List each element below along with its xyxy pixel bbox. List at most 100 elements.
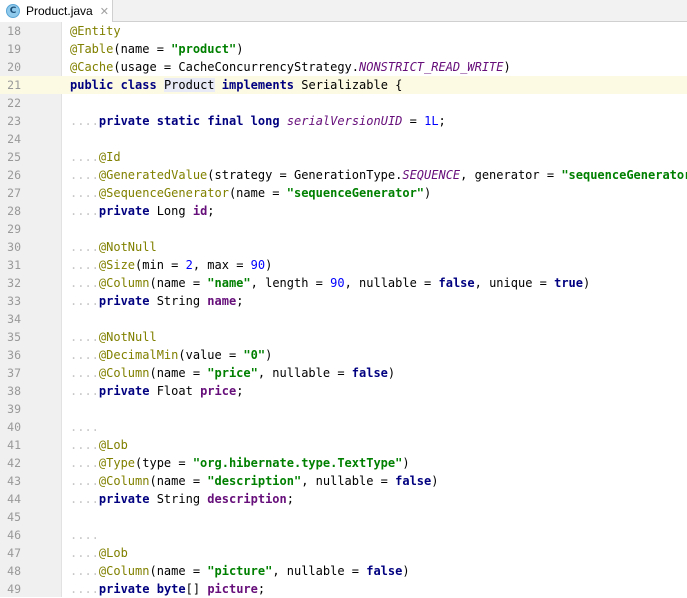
code-token: Float (149, 384, 201, 398)
line-number: 20 (7, 60, 21, 74)
code-token: , nullable = (257, 366, 352, 380)
line-number: 19 (7, 42, 21, 56)
code-token: .... (70, 528, 99, 542)
code-line[interactable]: 37 ....@Column(name = "price", nullable =… (0, 364, 687, 382)
line-number: 21 (7, 78, 21, 92)
code-line[interactable]: 24 (0, 130, 687, 148)
code-line[interactable]: 46.... (0, 526, 687, 544)
code-token: "product" (171, 42, 237, 56)
code-token: (type = (135, 456, 193, 470)
code-token: @Column (98, 564, 150, 578)
code-token: false (351, 366, 388, 380)
code-line[interactable]: 28 ....private Long id; (0, 202, 687, 220)
line-number: 46 (7, 528, 21, 542)
code-line[interactable]: 35 ....@NotNull (0, 328, 687, 346)
code-token: Long (149, 204, 193, 218)
code-token: @Lob (98, 438, 128, 452)
code-line[interactable]: 42 ....@Type(type = "org.hibernate.type.T… (0, 454, 687, 472)
code-token: private (98, 384, 150, 398)
line-number: 26 (7, 168, 21, 182)
code-token: , length = (250, 276, 331, 290)
line-number: 37 (7, 366, 21, 380)
code-line[interactable]: 34 (0, 310, 687, 328)
code-token: "sequenceGenerator" (561, 168, 687, 182)
line-number: 29 (7, 222, 21, 236)
code-line[interactable]: 23 ....private static final long serialVe… (0, 112, 687, 130)
code-token: "price" (207, 366, 258, 380)
code-text: ....@DecimalMin(value = "0") (70, 346, 272, 364)
code-text: ....@Column(name = "picture", nullable =… (70, 562, 410, 580)
line-number: 23 (7, 114, 21, 128)
line-number: 30 (7, 240, 21, 254)
code-token: , max = (192, 258, 251, 272)
code-text: ....private static final long serialVers… (70, 112, 446, 130)
code-line[interactable]: 44 ....private String description; (0, 490, 687, 508)
code-token: ) (402, 456, 410, 470)
editor-tab-bar: C Product.java ✕ (0, 0, 687, 22)
code-token: 1L (424, 114, 439, 128)
code-text: ....@Lob (70, 544, 128, 562)
code-line[interactable]: 41 ....@Lob (0, 436, 687, 454)
code-line[interactable]: 38 ....private Float price; (0, 382, 687, 400)
code-text: .... (70, 418, 99, 436)
code-line[interactable]: 25 ....@Id (0, 148, 687, 166)
code-line[interactable]: 26 ....@GeneratedValue(strategy = Generat… (0, 166, 687, 184)
code-token: NONSTRICT_READ_WRITE (359, 60, 504, 74)
code-token: ; (207, 204, 215, 218)
code-token: ; (257, 582, 266, 596)
code-line[interactable]: 21 public class Product implements Serial… (0, 76, 687, 94)
line-number: 47 (7, 546, 21, 560)
code-line[interactable]: 27 ....@SequenceGenerator(name = "sequenc… (0, 184, 687, 202)
code-token: SEQUENCE (402, 168, 461, 182)
code-token: (name = (149, 474, 208, 488)
code-token: .... (70, 348, 99, 362)
code-area[interactable]: 18 @Entity 19 @Table(name = "product") 20 @Ca… (0, 22, 687, 598)
code-token: ; (236, 294, 244, 308)
code-line[interactable]: 40.... (0, 418, 687, 436)
line-number: 44 (7, 492, 21, 506)
tab-product-java[interactable]: C Product.java ✕ (0, 0, 113, 22)
code-line[interactable]: 49 ....private byte[] picture; (0, 580, 687, 598)
code-line[interactable]: 33 ....private String name; (0, 292, 687, 310)
code-token: @Lob (98, 546, 128, 560)
close-icon[interactable]: ✕ (100, 5, 109, 18)
code-token: .... (70, 456, 99, 470)
code-text: ....@Column(name = "name", length = 90, … (70, 274, 590, 292)
code-text: .... (70, 526, 99, 544)
code-line[interactable]: 20 @Cache(usage = CacheConcurrencyStrateg… (0, 58, 687, 76)
code-line[interactable]: 30 ....@NotNull (0, 238, 687, 256)
code-token: Serializable { (294, 78, 403, 92)
code-token: "sequenceGenerator" (286, 186, 425, 200)
code-line[interactable]: 31 ....@Size(min = 2, max = 90) (0, 256, 687, 274)
line-number: 24 (7, 132, 21, 146)
code-text: ....@SequenceGenerator(name = "sequenceG… (70, 184, 431, 202)
code-text: ....private Long id; (70, 202, 215, 220)
line-number: 36 (7, 348, 21, 362)
code-line[interactable]: 19 @Table(name = "product") (0, 40, 687, 58)
code-line[interactable]: 29 (0, 220, 687, 238)
code-token: @Column (98, 474, 150, 488)
code-line[interactable]: 48 ....@Column(name = "picture", nullable… (0, 562, 687, 580)
code-line[interactable]: 43 ....@Column(name = "description", null… (0, 472, 687, 490)
code-line[interactable]: 45 (0, 508, 687, 526)
code-line[interactable]: 36 ....@DecimalMin(value = "0") (0, 346, 687, 364)
code-token: [] (185, 582, 208, 596)
code-token: .... (70, 384, 99, 398)
code-token: ) (265, 258, 273, 272)
code-token: (strategy = GenerationType. (207, 168, 403, 182)
code-token: "description" (207, 474, 302, 488)
code-token: .... (70, 546, 99, 560)
code-editor[interactable]: 18 @Entity 19 @Table(name = "product") 20 @Ca… (0, 22, 687, 597)
code-token: picture (207, 582, 258, 596)
code-line[interactable]: 39 (0, 400, 687, 418)
code-line[interactable]: 18 @Entity (0, 22, 687, 40)
code-token: ) (402, 564, 410, 578)
code-line[interactable]: 22 (0, 94, 687, 112)
code-token: private (98, 294, 150, 308)
code-line[interactable]: 47 ....@Lob (0, 544, 687, 562)
line-number: 34 (7, 312, 21, 326)
code-token: .... (70, 150, 99, 164)
code-line[interactable]: 32 ....@Column(name = "name", length = 90… (0, 274, 687, 292)
line-number: 43 (7, 474, 21, 488)
code-token: (name = (149, 366, 208, 380)
